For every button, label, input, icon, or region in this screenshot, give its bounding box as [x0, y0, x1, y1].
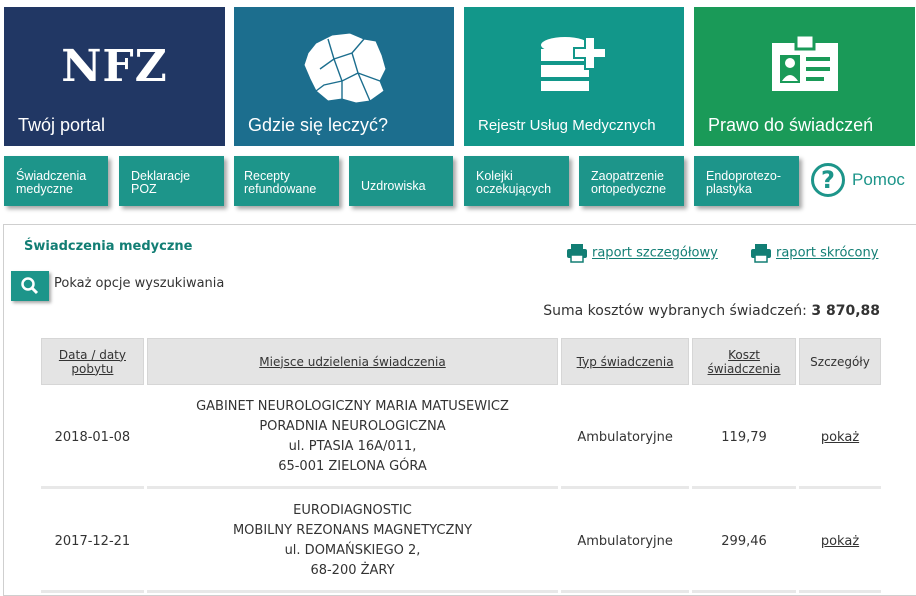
cell-type: Ambulatoryjne: [561, 492, 690, 593]
header-place[interactable]: Miejsce udzielenia świadczenia: [146, 338, 559, 385]
cell-place: GABINET NEUROLOGICZNY MARIA MATUSEWICZ PO…: [146, 388, 559, 489]
cost-sum-value: 3 870,88: [811, 303, 880, 319]
results-table: Data / daty pobytu Miejsce udzielenia św…: [38, 335, 884, 596]
tile-label: Prawo do świadczeń: [708, 115, 874, 135]
poland-map-icon: [303, 32, 387, 104]
help-button[interactable]: ? Pomoc: [808, 156, 916, 206]
header-type[interactable]: Typ świadczenia: [561, 338, 690, 385]
panel-title: Świadczenia medyczne: [24, 239, 193, 254]
nav-swiadczenia-medyczne[interactable]: Świadczenia medyczne: [4, 156, 108, 206]
cell-cost: 299,46: [692, 492, 796, 593]
nav-label: Świadczenia medyczne: [16, 169, 87, 196]
nav-label: Deklaracje POZ: [131, 169, 191, 196]
report-short-link[interactable]: raport skrócony: [750, 243, 878, 263]
nfz-logo: NFZ: [61, 41, 168, 92]
nav-label: Kolejki oczekujących: [476, 169, 552, 196]
help-label: Pomoc: [852, 170, 905, 189]
search-options-toggle[interactable]: Pokaż opcje wyszukiwania: [54, 276, 224, 291]
header-date[interactable]: Data / daty pobytu: [41, 338, 144, 385]
nav-uzdrowiska[interactable]: Uzdrowiska: [349, 156, 453, 206]
report-detailed-label: raport szczegółowy: [592, 245, 718, 261]
results-panel: Świadczenia medyczne raport szczegółowy …: [3, 224, 916, 596]
show-details-link[interactable]: pokaż: [821, 534, 859, 549]
tile-label: Gdzie się leczyć?: [248, 115, 389, 135]
tile-gdzie-sie-leczyc[interactable]: Gdzie się leczyć?: [234, 7, 454, 146]
cell-cost: 119,79: [692, 388, 796, 489]
table-row: 2018-01-08 GABINET NEUROLOGICZNY MARIA M…: [41, 388, 881, 489]
nav-kolejki-oczekujacych[interactable]: Kolejki oczekujących: [464, 156, 569, 206]
tile-label: Twój portal: [18, 115, 106, 135]
tile-label: Rejestr Usług Medycznych: [478, 117, 656, 134]
nav-label: Recepty refundowane: [244, 169, 317, 196]
tile-rejestr-uslug[interactable]: Rejestr Usług Medycznych: [464, 7, 684, 146]
search-toggle-button[interactable]: [11, 271, 49, 301]
tile-twoj-portal[interactable]: NFZ Twój portal: [4, 7, 225, 146]
show-details-link[interactable]: pokaż: [821, 430, 859, 445]
report-detailed-link[interactable]: raport szczegółowy: [566, 243, 718, 263]
id-card-icon: [771, 33, 838, 91]
database-plus-icon: [541, 36, 607, 91]
nav-recepty-refundowane[interactable]: Recepty refundowane: [234, 156, 339, 206]
printer-icon: [567, 244, 587, 263]
cell-date: 2018-01-08: [41, 388, 144, 489]
nav-label: Uzdrowiska: [361, 179, 426, 193]
table-header-row: Data / daty pobytu Miejsce udzielenia św…: [41, 338, 881, 385]
cost-sum: Suma kosztów wybranych świadczeń: 3 870,…: [543, 303, 880, 319]
report-short-label: raport skrócony: [776, 245, 879, 261]
nav-zaopatrzenie-ortopedyczne[interactable]: Zaopatrzenie ortopedyczne: [579, 156, 684, 206]
cell-type: Ambulatoryjne: [561, 388, 690, 489]
cell-place: EURODIAGNOSTIC MOBILNY REZONANS MAGNETYCZ…: [146, 492, 559, 593]
nav-label: Zaopatrzenie ortopedyczne: [591, 169, 667, 196]
nav-label: Endoprotezo- plastyka: [706, 169, 782, 196]
cell-date: 2017-12-21: [41, 492, 144, 593]
table-row: 2017-12-21 EURODIAGNOSTIC MOBILNY REZONAN…: [41, 492, 881, 593]
header-details: Szczegóły: [799, 338, 881, 385]
cell-details: pokaż: [799, 492, 881, 593]
cell-details: pokaż: [799, 388, 881, 489]
header-cost[interactable]: Koszt świadczenia: [692, 338, 796, 385]
tile-prawo-do-swiadczen[interactable]: Prawo do świadczeń: [694, 7, 915, 146]
nav-endoprotezoplastyka[interactable]: Endoprotezo- plastyka: [694, 156, 799, 206]
nav-deklaracje-poz[interactable]: Deklaracje POZ: [119, 156, 224, 206]
printer-icon: [751, 244, 771, 263]
search-icon: [21, 277, 39, 295]
question-mark-icon: ?: [811, 163, 845, 197]
cost-sum-label: Suma kosztów wybranych świadczeń:: [543, 303, 807, 319]
